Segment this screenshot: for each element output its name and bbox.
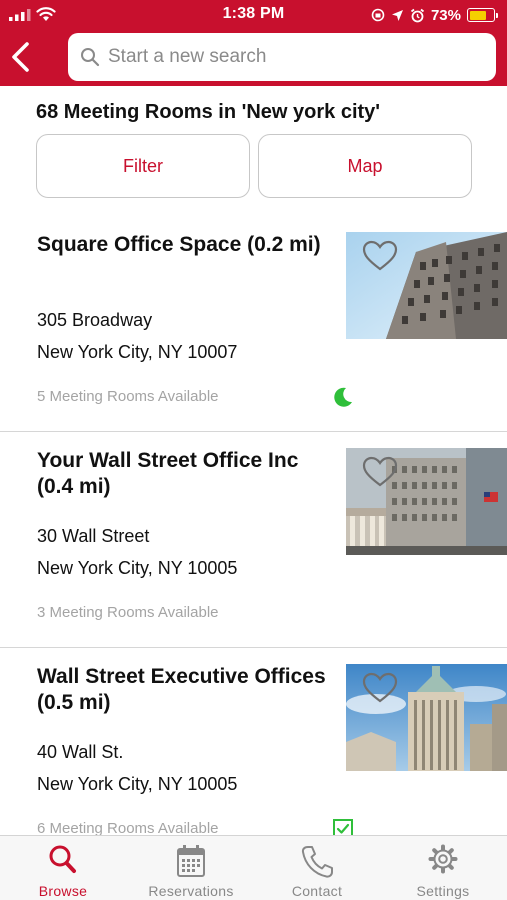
tab-label: Browse [38,883,88,899]
tab-settings[interactable]: Settings [380,836,506,900]
listing-title[interactable]: Wall Street Executive Offices (0.5 mi) [37,664,327,716]
listing-availability: 5 Meeting Rooms Available [37,388,219,405]
calendar-icon [177,845,205,877]
status-bar: 1:38 PM 73% [0,0,507,30]
listing-street: 30 Wall Street [37,526,150,546]
heart-icon[interactable] [362,672,398,704]
tab-browse[interactable]: Browse [0,836,126,900]
listing-street: 305 Broadway [37,310,153,330]
search-icon [81,48,100,67]
gear-icon [428,844,458,874]
location-arrow-icon [391,9,403,21]
listing-city: New York City, NY 10007 [37,342,238,362]
moon-icon [334,387,352,407]
listing-photo[interactable] [346,448,507,555]
listing-city: New York City, NY 10005 [37,558,238,578]
battery-icon [467,8,498,22]
listing-street: 40 Wall St. [37,742,124,762]
status-indicators: 73% [371,6,498,24]
battery-percent: 73% [430,6,461,24]
listing-photo[interactable] [346,664,507,771]
tab-label: Settings [416,883,470,899]
search-input[interactable] [108,46,488,68]
orientation-lock-icon [371,8,385,22]
tab-contact[interactable]: Contact [254,836,380,900]
listing-item[interactable]: Square Office Space (0.2 mi) 305 Broadwa… [0,216,507,432]
tab-label: Reservations [148,883,234,899]
tab-reservations[interactable]: Reservations [128,836,254,900]
search-icon [49,845,76,873]
tab-bar: Browse Reservations Contact Settings [0,835,507,900]
battery-level-fill [469,10,487,20]
tab-label: Contact [291,883,343,899]
search-bar[interactable] [68,33,496,81]
listing-item[interactable]: Your Wall Street Office Inc (0.4 mi) 30 … [0,432,507,648]
map-button[interactable]: Map [258,134,472,198]
back-chevron-icon[interactable] [8,40,34,74]
app-header: 1:38 PM 73% [0,0,507,86]
listing-city: New York City, NY 10005 [37,774,238,794]
heart-icon[interactable] [362,456,398,488]
listing-availability: 3 Meeting Rooms Available [37,604,219,621]
alarm-icon [410,8,425,22]
heart-icon[interactable] [362,240,398,272]
listing-item[interactable]: Wall Street Executive Offices (0.5 mi) 4… [0,648,507,864]
listing-title[interactable]: Square Office Space (0.2 mi) [37,232,327,258]
phone-icon [301,846,333,878]
results-heading: 68 Meeting Rooms in 'New york city' [36,101,381,123]
listing-title[interactable]: Your Wall Street Office Inc (0.4 mi) [37,448,327,500]
filter-button[interactable]: Filter [36,134,250,198]
listing-photo[interactable] [346,232,507,339]
